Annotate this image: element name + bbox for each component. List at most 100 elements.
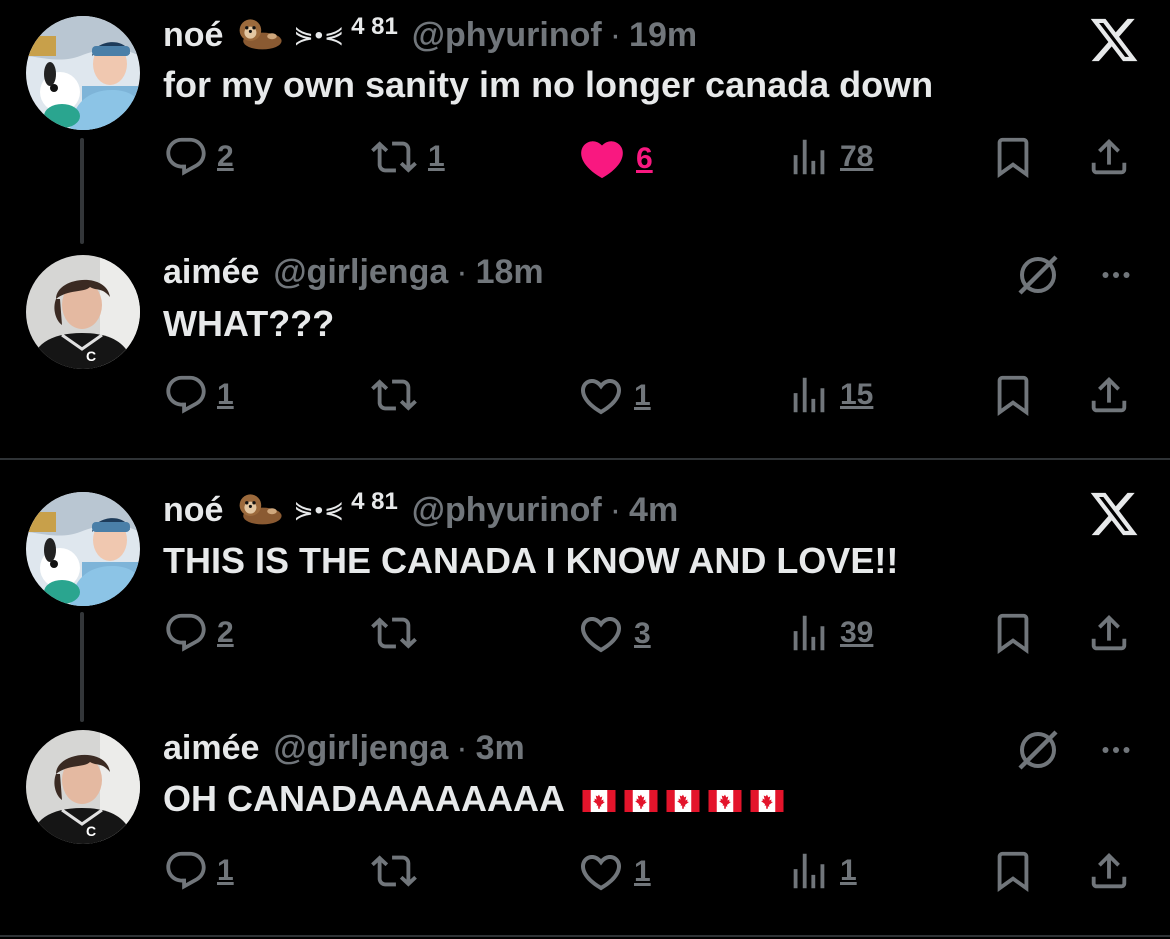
repost-button[interactable] bbox=[368, 610, 428, 656]
like-button[interactable]: 6 bbox=[576, 134, 653, 184]
tweet-text: WHAT??? bbox=[163, 303, 335, 344]
like-button[interactable]: 1 bbox=[576, 848, 651, 896]
share-button[interactable] bbox=[1086, 372, 1132, 418]
canada-flag-icon bbox=[708, 790, 742, 812]
reply-count: 1 bbox=[217, 378, 234, 411]
grok-icon[interactable] bbox=[1014, 251, 1062, 304]
canada-flags bbox=[574, 778, 784, 819]
reply-button[interactable]: 2 bbox=[163, 610, 234, 656]
repost-icon bbox=[368, 372, 420, 418]
tweet-header: aimée @girljenga · 18m bbox=[163, 250, 544, 294]
display-name[interactable]: noé bbox=[163, 16, 223, 55]
share-icon bbox=[1086, 372, 1132, 418]
reply-button[interactable]: 2 bbox=[163, 134, 234, 180]
avatar[interactable] bbox=[26, 255, 140, 369]
handle[interactable]: @phyurinof bbox=[412, 16, 602, 55]
avatar[interactable] bbox=[26, 730, 140, 844]
heart-icon bbox=[576, 848, 626, 896]
reply-count: 1 bbox=[217, 854, 234, 887]
thread-2: noé ⋟•⋞ 4 81 @phyurinof · 4m THIS IS THE… bbox=[0, 460, 1170, 936]
share-button[interactable] bbox=[1086, 134, 1132, 180]
bookmark-icon bbox=[990, 372, 1036, 418]
action-bar: 1 1 1 bbox=[0, 846, 1170, 896]
x-logo-icon bbox=[1088, 488, 1140, 545]
display-name[interactable]: aimée bbox=[163, 253, 259, 292]
tweet-text: THIS IS THE CANADA I KNOW AND LOVE!! bbox=[163, 540, 899, 581]
repost-button[interactable] bbox=[368, 848, 428, 894]
separator-dot: · bbox=[609, 490, 622, 529]
bookmark-button[interactable] bbox=[990, 372, 1036, 418]
tweet-noe-2[interactable]: noé ⋟•⋞ 4 81 @phyurinof · 4m THIS IS THE… bbox=[0, 460, 1170, 722]
repost-icon bbox=[368, 610, 420, 656]
name-badge-text: 4 81 bbox=[351, 13, 398, 40]
display-name[interactable]: aimée bbox=[163, 729, 259, 768]
reply-icon bbox=[163, 372, 209, 418]
avatar[interactable] bbox=[26, 16, 140, 130]
heart-filled-icon bbox=[576, 134, 628, 184]
like-count: 6 bbox=[636, 142, 653, 175]
x-logo-icon bbox=[1088, 14, 1140, 71]
views-button[interactable]: 78 bbox=[786, 134, 873, 180]
separator-dot: · bbox=[609, 15, 622, 54]
tweet-header: noé ⋟•⋞ 4 81 @phyurinof · 19m bbox=[163, 13, 697, 57]
like-count: 1 bbox=[634, 379, 651, 412]
bookmark-icon bbox=[990, 134, 1036, 180]
timestamp[interactable]: 3m bbox=[476, 729, 525, 768]
views-button[interactable]: 39 bbox=[786, 610, 873, 656]
tweet-aimee-2[interactable]: aimée @girljenga · 3m OH CANADAAAAAAAA 1 bbox=[0, 722, 1170, 934]
views-icon bbox=[786, 134, 832, 180]
action-bar: 1 1 15 bbox=[0, 370, 1170, 420]
bookmark-button[interactable] bbox=[990, 610, 1036, 656]
like-button[interactable]: 1 bbox=[576, 372, 651, 420]
repost-icon bbox=[368, 134, 420, 180]
bookmark-button[interactable] bbox=[990, 848, 1036, 894]
thread-1: noé ⋟•⋞ 4 81 @phyurinof · 19m for my own… bbox=[0, 0, 1170, 458]
bookmark-icon bbox=[990, 610, 1036, 656]
canada-flag-icon bbox=[666, 790, 700, 812]
display-name[interactable]: noé bbox=[163, 491, 223, 530]
bottom-divider bbox=[0, 935, 1170, 937]
grok-icon[interactable] bbox=[1014, 726, 1062, 779]
views-icon bbox=[786, 372, 832, 418]
tweet-text: OH CANADAAAAAAAA bbox=[163, 778, 784, 820]
handle[interactable]: @girljenga bbox=[273, 253, 448, 292]
otter-icon bbox=[235, 17, 285, 53]
views-icon bbox=[786, 848, 832, 894]
action-bar: 2 3 39 bbox=[0, 608, 1170, 658]
timestamp[interactable]: 4m bbox=[629, 491, 678, 530]
reply-icon bbox=[163, 610, 209, 656]
reply-icon bbox=[163, 848, 209, 894]
reply-icon bbox=[163, 134, 209, 180]
more-icon[interactable] bbox=[1094, 732, 1138, 773]
repost-button[interactable] bbox=[368, 372, 428, 418]
timestamp[interactable]: 19m bbox=[629, 16, 697, 55]
tweet-text-content: OH CANADAAAAAAAA bbox=[163, 778, 564, 819]
like-count: 3 bbox=[634, 617, 651, 650]
views-count: 39 bbox=[840, 616, 874, 649]
like-button[interactable]: 3 bbox=[576, 610, 651, 658]
bookmark-button[interactable] bbox=[990, 134, 1036, 180]
share-icon bbox=[1086, 134, 1132, 180]
repost-icon bbox=[368, 848, 420, 894]
timestamp[interactable]: 18m bbox=[476, 253, 544, 292]
views-button[interactable]: 15 bbox=[786, 372, 873, 418]
views-count: 1 bbox=[840, 854, 857, 887]
whiskers-icon: ⋟•⋞ bbox=[293, 496, 346, 524]
share-button[interactable] bbox=[1086, 848, 1132, 894]
share-button[interactable] bbox=[1086, 610, 1132, 656]
repost-button[interactable]: 1 bbox=[368, 134, 445, 180]
reply-button[interactable]: 1 bbox=[163, 372, 234, 418]
handle[interactable]: @girljenga bbox=[273, 729, 448, 768]
handle[interactable]: @phyurinof bbox=[412, 491, 602, 530]
tweet-noe-1[interactable]: noé ⋟•⋞ 4 81 @phyurinof · 19m for my own… bbox=[0, 0, 1170, 245]
reply-button[interactable]: 1 bbox=[163, 848, 234, 894]
repost-count: 1 bbox=[428, 140, 445, 173]
views-button[interactable]: 1 bbox=[786, 848, 857, 894]
views-count: 15 bbox=[840, 378, 874, 411]
canada-flag-icon bbox=[624, 790, 658, 812]
tweet-aimee-1[interactable]: aimée @girljenga · 18m WHAT??? 1 1 15 bbox=[0, 245, 1170, 457]
separator-dot: · bbox=[456, 252, 468, 291]
tweet-text: for my own sanity im no longer canada do… bbox=[163, 64, 934, 105]
more-icon[interactable] bbox=[1094, 257, 1138, 298]
avatar[interactable] bbox=[26, 492, 140, 606]
